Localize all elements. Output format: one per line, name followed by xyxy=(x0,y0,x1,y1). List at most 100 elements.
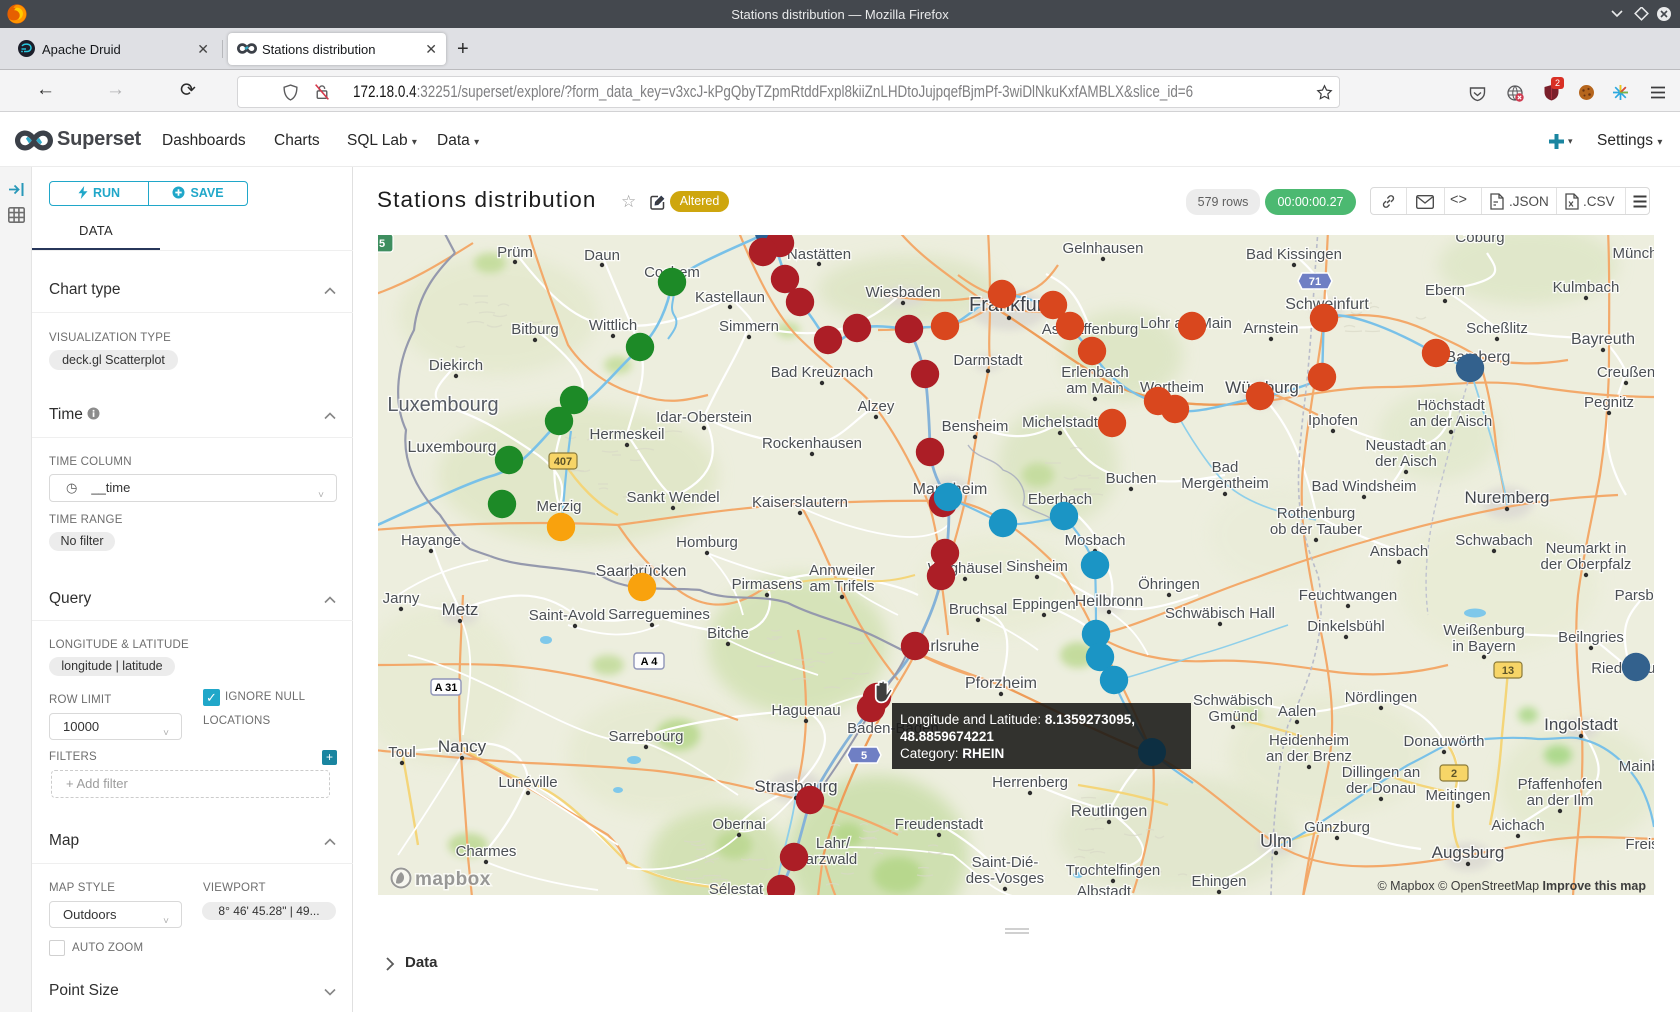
svg-text:Creußen: Creußen xyxy=(1597,364,1654,381)
svg-text:407: 407 xyxy=(554,456,572,468)
svg-text:Michelstadt: Michelstadt xyxy=(1022,414,1099,431)
svg-text:Alzey: Alzey xyxy=(858,398,895,415)
svg-text:Meitingen: Meitingen xyxy=(1425,787,1490,804)
svg-text:Aichach: Aichach xyxy=(1491,817,1544,834)
svg-text:Metz: Metz xyxy=(442,600,479,619)
svg-text:der Oberpfalz: der Oberpfalz xyxy=(1541,556,1632,573)
svg-text:Donauwörth: Donauwörth xyxy=(1404,733,1485,750)
svg-text:Neustadt an: Neustadt an xyxy=(1366,437,1447,454)
svg-text:Heidenheim: Heidenheim xyxy=(1269,732,1349,749)
svg-text:Ingolstadt: Ingolstadt xyxy=(1544,715,1618,734)
svg-text:Charmes: Charmes xyxy=(456,843,517,860)
svg-text:Feuchtwangen: Feuchtwangen xyxy=(1299,587,1397,604)
svg-text:Obernai: Obernai xyxy=(712,816,765,833)
svg-text:Saint-Avold: Saint-Avold xyxy=(529,607,605,624)
svg-text:Bitburg: Bitburg xyxy=(511,321,559,338)
svg-text:Merzig: Merzig xyxy=(536,498,581,515)
svg-text:Schwabach: Schwabach xyxy=(1455,532,1533,549)
svg-text:Bad Kissingen: Bad Kissingen xyxy=(1246,246,1342,263)
svg-text:Buchen: Buchen xyxy=(1106,470,1157,487)
svg-text:Sinsheim: Sinsheim xyxy=(1006,558,1068,575)
svg-text:Bruchsal: Bruchsal xyxy=(949,601,1007,618)
svg-text:Mosbach: Mosbach xyxy=(1065,532,1126,549)
svg-text:Idar-Oberstein: Idar-Oberstein xyxy=(656,409,752,426)
svg-text:Rothenburg: Rothenburg xyxy=(1277,505,1355,522)
svg-text:Strasbourg: Strasbourg xyxy=(754,777,837,796)
svg-text:an der Aisch: an der Aisch xyxy=(1410,413,1493,430)
svg-text:Jarny: Jarny xyxy=(383,590,420,607)
svg-text:2: 2 xyxy=(1451,768,1457,780)
svg-text:Höchstadt: Höchstadt xyxy=(1417,397,1485,414)
svg-text:Haguenau: Haguenau xyxy=(771,702,840,719)
svg-text:der Aisch: der Aisch xyxy=(1375,453,1437,470)
svg-text:Nastätten: Nastätten xyxy=(787,246,851,263)
svg-text:Arnstein: Arnstein xyxy=(1243,320,1298,337)
svg-text:Ehingen: Ehingen xyxy=(1191,873,1246,890)
svg-text:Freising: Freising xyxy=(1625,836,1654,853)
svg-text:Öhringen: Öhringen xyxy=(1138,575,1200,593)
svg-text:Saint-Dié-: Saint-Dié- xyxy=(972,854,1039,871)
svg-text:der Donau: der Donau xyxy=(1346,780,1416,797)
svg-text:Bitche: Bitche xyxy=(707,625,749,642)
svg-text:Heilbronn: Heilbronn xyxy=(1075,593,1143,610)
svg-text:Eppingen: Eppingen xyxy=(1012,596,1075,613)
svg-text:Coburg: Coburg xyxy=(1455,235,1504,246)
svg-text:71: 71 xyxy=(1309,276,1321,288)
svg-text:Gelnhausen: Gelnhausen xyxy=(1063,240,1144,257)
svg-text:Luxembourg: Luxembourg xyxy=(387,394,498,416)
svg-text:Mergentheim: Mergentheim xyxy=(1181,475,1269,492)
svg-text:Bayreuth: Bayreuth xyxy=(1571,331,1635,348)
svg-text:Ebern: Ebern xyxy=(1425,282,1465,299)
svg-text:Nancy: Nancy xyxy=(438,737,487,756)
svg-text:Wiesbaden: Wiesbaden xyxy=(865,284,940,301)
svg-text:Bad Windsheim: Bad Windsheim xyxy=(1311,478,1416,495)
svg-text:Ulm: Ulm xyxy=(1260,831,1292,851)
svg-text:Lunéville: Lunéville xyxy=(498,774,557,791)
svg-text:Annweiler: Annweiler xyxy=(809,562,875,579)
svg-text:Schwäbisch Hall: Schwäbisch Hall xyxy=(1165,605,1275,622)
svg-text:Weißenburg: Weißenburg xyxy=(1443,622,1524,639)
svg-text:Sankt Wendel: Sankt Wendel xyxy=(626,489,719,506)
svg-text:A 31: A 31 xyxy=(435,682,458,694)
svg-text:am Main: am Main xyxy=(1066,380,1124,397)
svg-text:Sarreguemines: Sarreguemines xyxy=(608,606,710,623)
svg-text:Neumarkt in: Neumarkt in xyxy=(1546,540,1627,557)
svg-text:in Bayern: in Bayern xyxy=(1452,638,1515,655)
svg-text:Darmstadt: Darmstadt xyxy=(953,352,1023,369)
svg-text:© Mapbox © OpenStreetMap Impro: © Mapbox © OpenStreetMap Improve this ma… xyxy=(1377,879,1646,893)
svg-text:Daun: Daun xyxy=(584,247,620,264)
svg-text:Bad: Bad xyxy=(1212,459,1239,476)
svg-text:Rockenhausen: Rockenhausen xyxy=(762,435,862,452)
svg-text:Gmünd: Gmünd xyxy=(1208,708,1257,725)
svg-text:Augsburg: Augsburg xyxy=(1432,843,1505,862)
svg-text:Günzburg: Günzburg xyxy=(1304,819,1370,836)
svg-text:Scheßlitz: Scheßlitz xyxy=(1466,320,1528,337)
svg-text:an der Brenz: an der Brenz xyxy=(1266,748,1352,765)
svg-text:an der Ilm: an der Ilm xyxy=(1527,792,1594,809)
svg-text:Albstadt: Albstadt xyxy=(1077,883,1132,895)
svg-text:Schwäbisch: Schwäbisch xyxy=(1193,692,1273,709)
svg-text:Homburg: Homburg xyxy=(676,534,738,551)
svg-text:Herrenberg: Herrenberg xyxy=(992,774,1068,791)
svg-text:A 4: A 4 xyxy=(641,656,659,668)
svg-text:13: 13 xyxy=(1502,665,1514,677)
svg-text:am Trifels: am Trifels xyxy=(809,578,874,595)
svg-text:Münchberg: Münchberg xyxy=(1612,245,1654,262)
svg-text:Dinkelsbühl: Dinkelsbühl xyxy=(1307,618,1385,635)
svg-text:Simmern: Simmern xyxy=(719,318,779,335)
svg-text:Bensheim: Bensheim xyxy=(942,418,1009,435)
svg-text:Pirmasens: Pirmasens xyxy=(732,576,803,593)
svg-text:ob der Tauber: ob der Tauber xyxy=(1270,521,1362,538)
svg-text:Reutlingen: Reutlingen xyxy=(1071,803,1148,820)
svg-text:Kastellaun: Kastellaun xyxy=(695,289,765,306)
svg-text:Pegnitz: Pegnitz xyxy=(1584,394,1634,411)
svg-text:Trochtelfingen: Trochtelfingen xyxy=(1066,862,1161,879)
svg-text:Wittlich: Wittlich xyxy=(589,317,637,334)
svg-text:Kulmbach: Kulmbach xyxy=(1553,279,1620,296)
svg-text:Nördlingen: Nördlingen xyxy=(1345,689,1418,706)
svg-text:Bad Kreuznach: Bad Kreuznach xyxy=(771,364,874,381)
svg-text:Sélestat: Sélestat xyxy=(709,881,764,895)
svg-text:Mainburg: Mainburg xyxy=(1619,758,1654,775)
svg-text:Parsberg: Parsberg xyxy=(1615,587,1654,604)
svg-text:Iphofen: Iphofen xyxy=(1308,412,1358,429)
